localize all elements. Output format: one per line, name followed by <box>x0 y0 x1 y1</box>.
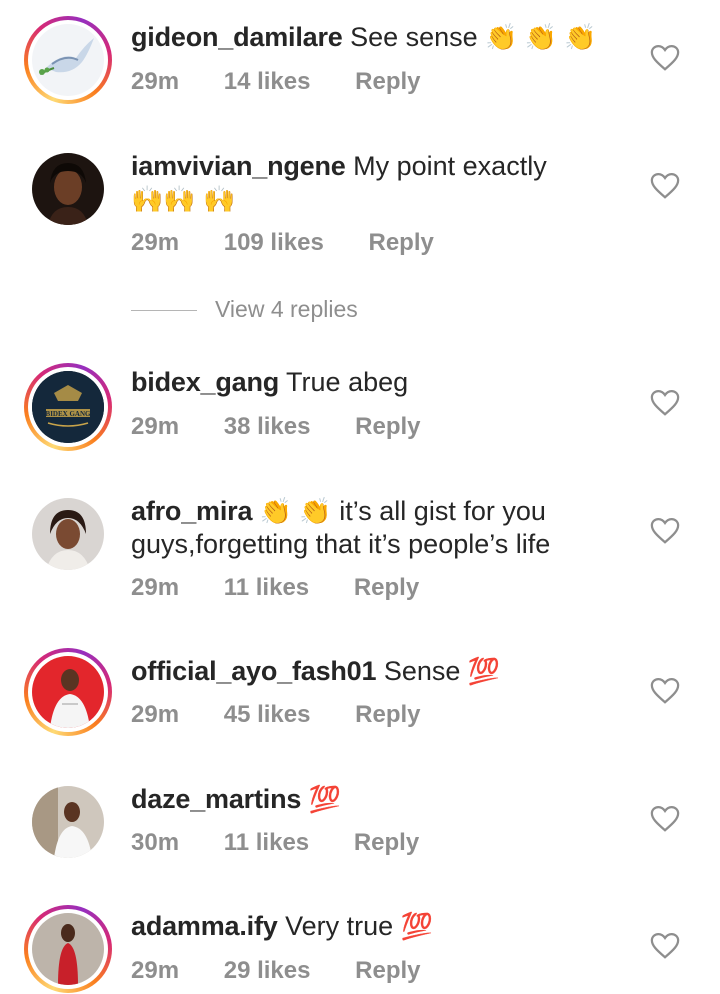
comment-likes[interactable]: 11 likes <box>224 829 309 856</box>
comment-text: Very true <box>285 911 394 941</box>
comment-time: 30m <box>131 829 180 856</box>
reply-button[interactable]: Reply <box>355 701 420 728</box>
view-replies-label: View 4 replies <box>215 296 358 322</box>
clap-emoji-icon: 👏 👏 <box>259 496 332 526</box>
comment-text: See sense <box>350 22 478 52</box>
comment-text: My point exactly <box>353 151 547 181</box>
comment-username[interactable]: iamvivian_ngene <box>131 151 346 181</box>
avatar <box>32 24 104 96</box>
avatar-story-ring[interactable] <box>24 648 112 736</box>
comment-username[interactable]: afro_mira <box>131 496 252 526</box>
reply-button[interactable]: Reply <box>354 574 419 601</box>
avatar-container[interactable] <box>24 145 112 233</box>
heart-icon[interactable] <box>650 932 680 960</box>
comment-time: 29m <box>131 229 180 256</box>
clap-emoji-icon: 👏 👏 👏 <box>485 22 597 52</box>
avatar <box>32 153 104 225</box>
comment-username[interactable]: gideon_damilare <box>131 22 343 52</box>
avatar <box>32 498 104 570</box>
heart-icon[interactable] <box>650 805 680 833</box>
heart-icon[interactable] <box>650 172 680 200</box>
hundred-points-emoji-icon: 💯 <box>400 911 434 941</box>
comment-likes[interactable]: 109 likes <box>224 229 324 256</box>
divider-line <box>131 310 197 312</box>
heart-icon[interactable] <box>650 44 680 72</box>
comment-text: Sense <box>383 656 461 686</box>
comment-time: 29m <box>131 68 180 95</box>
comment-time: 29m <box>131 701 180 728</box>
avatar: BIDEX GANG <box>32 371 104 443</box>
heart-icon[interactable] <box>650 517 680 545</box>
hundred-points-emoji-icon: 💯 <box>308 784 342 814</box>
avatar-container[interactable] <box>24 778 112 866</box>
comment-likes[interactable]: 11 likes <box>224 574 309 601</box>
comment-time: 29m <box>131 574 180 601</box>
comment-time: 29m <box>131 957 180 984</box>
comment-time: 29m <box>131 413 180 440</box>
comment-likes[interactable]: 38 likes <box>224 413 311 440</box>
comment-username[interactable]: bidex_gang <box>131 367 279 397</box>
avatar-logo-text: BIDEX GANG <box>46 410 91 418</box>
comment-username[interactable]: daze_martins <box>131 784 301 814</box>
comment-username[interactable]: adamma.ify <box>131 911 278 941</box>
avatar-story-ring[interactable]: BIDEX GANG <box>24 363 112 451</box>
avatar-container[interactable] <box>24 490 112 578</box>
hundred-points-emoji-icon: 💯 <box>467 656 501 686</box>
reply-button[interactable]: Reply <box>355 68 420 95</box>
heart-icon[interactable] <box>650 389 680 417</box>
avatar <box>32 656 104 728</box>
raised-hands-emoji-icon: 🙌🙌 🙌 <box>131 184 236 214</box>
avatar <box>32 786 104 858</box>
reply-button[interactable]: Reply <box>355 957 420 984</box>
avatar-story-ring[interactable] <box>24 16 112 104</box>
comment-likes[interactable]: 29 likes <box>224 957 311 984</box>
avatar <box>32 913 104 985</box>
comment-text: True abeg <box>286 367 409 397</box>
view-replies-button[interactable]: View 4 replies <box>131 296 358 323</box>
reply-button[interactable]: Reply <box>355 413 420 440</box>
reply-button[interactable]: Reply <box>368 229 433 256</box>
reply-button[interactable]: Reply <box>354 829 419 856</box>
heart-icon[interactable] <box>650 677 680 705</box>
comment-likes[interactable]: 14 likes <box>224 68 311 95</box>
comment-username[interactable]: official_ayo_fash01 <box>131 656 377 686</box>
comment-likes[interactable]: 45 likes <box>224 701 311 728</box>
avatar-story-ring[interactable] <box>24 905 112 993</box>
